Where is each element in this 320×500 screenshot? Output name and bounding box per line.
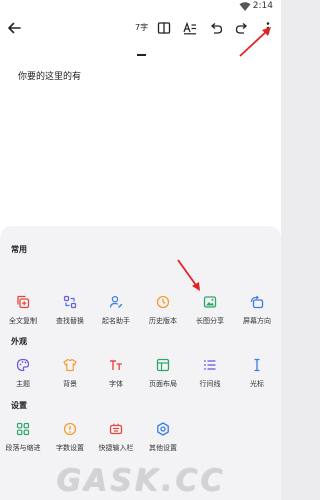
tool-screen-orientation[interactable]: 屏幕方向: [235, 294, 279, 332]
copy-icon: [15, 294, 31, 310]
tool-long-image-share[interactable]: 长图分享: [188, 294, 232, 332]
watermark-text: GASK.CC: [55, 462, 226, 498]
back-arrow-icon: [8, 22, 21, 34]
tool-quick-input-bar[interactable]: 快捷输入栏: [94, 421, 138, 459]
screen-rotate-icon: [249, 294, 265, 310]
shirt-icon: [62, 357, 78, 373]
tool-background[interactable]: 背景: [48, 357, 92, 395]
tool-label: 其他设置: [149, 444, 177, 452]
text-format-icon: [183, 21, 196, 35]
tool-page-layout[interactable]: 页面布局: [141, 357, 185, 395]
line-spacing-icon: [202, 357, 218, 373]
history-icon: [155, 294, 171, 310]
undo-button[interactable]: [207, 19, 225, 37]
tool-other-settings[interactable]: 其他设置: [141, 421, 185, 459]
watermark: GASK.CC: [0, 460, 281, 500]
read-mode-button[interactable]: [155, 19, 173, 37]
tool-label: 光标: [250, 380, 264, 388]
name-assistant-icon: [108, 294, 124, 310]
font-icon: [108, 357, 124, 373]
tool-word-count-settings[interactable]: 字数设置: [48, 421, 92, 459]
tool-label: 屏幕方向: [243, 317, 271, 325]
tool-find-replace[interactable]: 查找替换: [48, 294, 92, 332]
back-button[interactable]: [5, 19, 23, 37]
tool-copy-all[interactable]: 全文复制: [1, 294, 45, 332]
tool-history[interactable]: 历史版本: [141, 294, 185, 332]
quick-input-icon: [108, 421, 124, 437]
tool-cursor[interactable]: 光标: [235, 357, 279, 395]
text-format-button[interactable]: [181, 19, 199, 37]
document-body[interactable]: 你要的这里的有: [18, 69, 81, 82]
paragraph-icon: [15, 421, 31, 437]
wifi-icon: [239, 2, 251, 12]
section-title-settings: 设置: [11, 401, 27, 410]
palette-icon: [15, 357, 31, 373]
tool-font[interactable]: 字体: [94, 357, 138, 395]
section-title-common: 常用: [11, 245, 27, 254]
tool-theme[interactable]: 主题: [1, 357, 45, 395]
annotation-arrow-long-image: [177, 259, 200, 291]
status-bar: 2:14: [0, 0, 281, 14]
drag-handle: [137, 54, 146, 56]
image-share-icon: [202, 294, 218, 310]
tool-name-assistant[interactable]: 起名助手: [94, 294, 138, 332]
cursor-icon: [249, 357, 265, 373]
book-icon: [157, 22, 171, 34]
status-time: 2:14: [252, 1, 273, 11]
app-screen: 2:14 7字 你要的这里的有 常用 外观 设置 全文复制 查找替换 起名助手 …: [0, 0, 281, 500]
word-count: 7字: [135, 23, 149, 32]
section-title-appearance: 外观: [11, 337, 27, 346]
tools-sheet: 常用 外观 设置 全文复制 查找替换 起名助手 历史版本 长图分享 屏幕方向 主…: [0, 226, 281, 500]
undo-icon: [210, 23, 223, 34]
layout-icon: [155, 357, 171, 373]
word-count-icon: [62, 421, 78, 437]
find-replace-icon: [62, 294, 78, 310]
annotation-arrow-more: [239, 27, 271, 57]
settings-icon: [155, 421, 171, 437]
tool-paragraph-indent[interactable]: 段落与缩进: [1, 421, 45, 459]
tool-line-spacing[interactable]: 行间线: [188, 357, 232, 395]
